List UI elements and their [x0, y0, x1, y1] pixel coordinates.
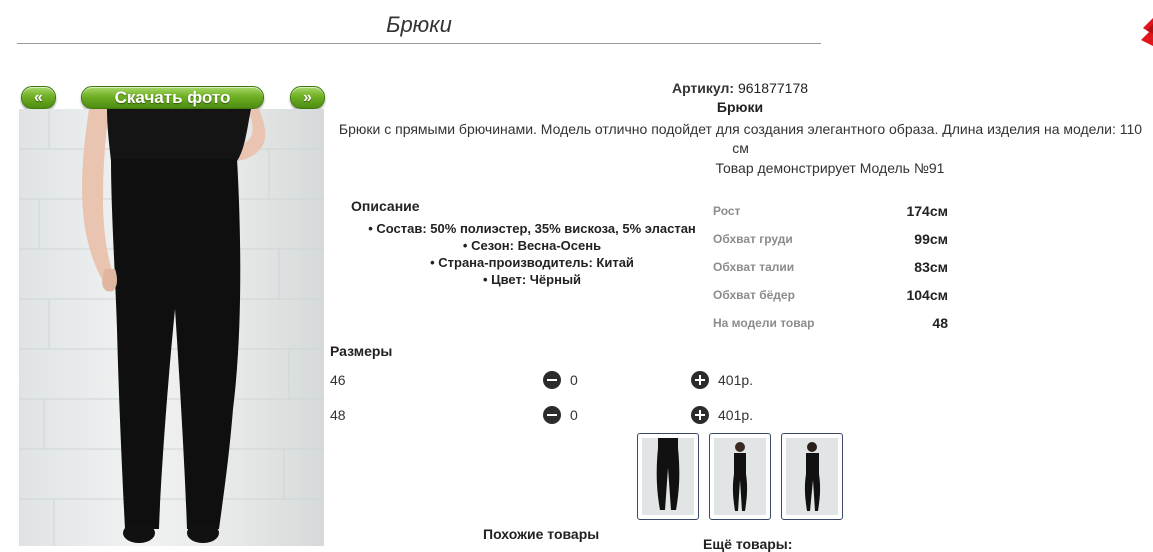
page-title: Брюки [386, 12, 452, 37]
model-size-value: 48 [932, 315, 948, 331]
spec-country: Страна-производитель: Китай [332, 254, 732, 271]
size-46-price: 401р. [718, 372, 754, 388]
model-height-value: 174см [906, 203, 948, 219]
description-heading: Описание [351, 198, 420, 214]
minus-icon[interactable] [543, 371, 561, 389]
size-48-quantity: 0 [570, 407, 578, 423]
spec-color: Цвет: Чёрный [332, 271, 732, 288]
minus-icon[interactable] [543, 406, 561, 424]
model-waist-label: Обхват талии [713, 260, 795, 274]
thumbnail-1[interactable] [637, 433, 699, 520]
plus-icon[interactable] [691, 371, 709, 389]
product-name: Брюки [716, 99, 764, 115]
description-list: Состав: 50% полиэстер, 35% вискоза, 5% э… [332, 220, 732, 288]
model-hips-value: 104см [906, 287, 948, 303]
size-46-label: 46 [330, 372, 346, 388]
model-size-label: На модели товар [713, 316, 815, 330]
thumbnail-2[interactable] [709, 433, 771, 520]
next-photo-button[interactable]: » [290, 86, 325, 109]
product-description: Брюки с прямыми брючинами. Модель отличн… [338, 121, 1143, 156]
size-48-price: 401р. [718, 407, 754, 423]
article-label: Артикул: [671, 80, 735, 96]
title-divider [17, 43, 821, 44]
article-line: Артикул: 961877178 [600, 80, 880, 96]
article-value: 961877178 [737, 80, 809, 96]
size-46-quantity: 0 [570, 372, 578, 388]
plus-icon[interactable] [691, 406, 709, 424]
download-photo-button[interactable]: Скачать фото [81, 86, 264, 109]
model-chest-value: 99см [914, 231, 948, 247]
model-height-label: Рост [713, 204, 741, 218]
prev-photo-button[interactable]: « [21, 86, 56, 109]
thumbnail-3[interactable] [781, 433, 843, 520]
spec-composition: Состав: 50% полиэстер, 35% вискоза, 5% э… [332, 220, 732, 237]
spec-season: Сезон: Весна-Осень [332, 237, 732, 254]
model-chest-label: Обхват груди [713, 232, 793, 246]
main-product-photo[interactable] [19, 109, 324, 546]
model-caption: Товар демонстрирует Модель №91 [715, 160, 945, 176]
model-hips-label: Обхват бёдер [713, 288, 795, 302]
sizes-heading: Размеры [330, 343, 393, 359]
more-products-heading: Ещё товары: [703, 536, 793, 552]
close-icon[interactable] [1139, 16, 1153, 48]
model-waist-value: 83см [914, 259, 948, 275]
size-48-label: 48 [330, 407, 346, 423]
similar-products-heading: Похожие товары [483, 526, 600, 542]
